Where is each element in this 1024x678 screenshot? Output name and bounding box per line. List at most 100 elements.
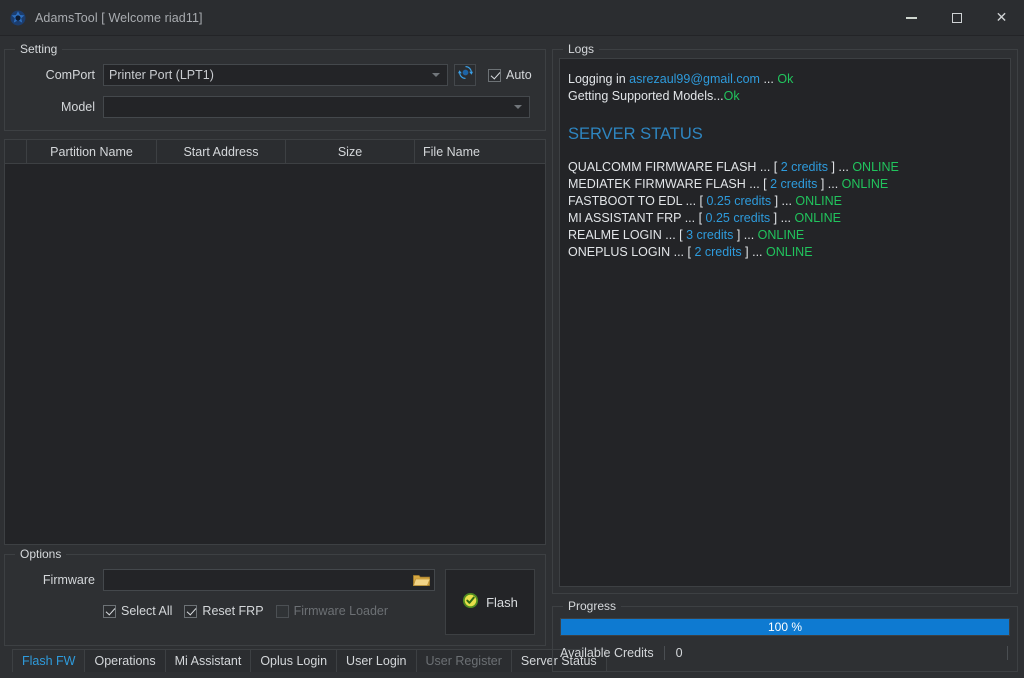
log-line-login: Logging in asrezaul99@gmail.com ... Ok bbox=[568, 71, 1002, 88]
service-sep1: ... [ bbox=[756, 160, 781, 174]
tab-bar: Flash FW Operations Mi Assistant Oplus L… bbox=[4, 646, 607, 672]
close-button[interactable]: ✕ bbox=[979, 0, 1024, 36]
service-sep2: ] ... bbox=[770, 211, 795, 225]
service-sep1: ... [ bbox=[670, 245, 695, 259]
tab-label: Flash FW bbox=[22, 654, 76, 668]
service-status: ONLINE bbox=[757, 228, 805, 242]
service-status: ONLINE bbox=[766, 245, 813, 259]
logs-output[interactable]: Logging in asrezaul99@gmail.com ... Ok G… bbox=[559, 58, 1011, 587]
tab-user-register: User Register bbox=[415, 649, 512, 672]
comport-row: ComPort Printer Port (LPT1) Auto bbox=[15, 64, 535, 86]
service-credits: 2 credits bbox=[694, 245, 742, 259]
shield-check-icon bbox=[462, 592, 479, 612]
service-sep1: ... [ bbox=[661, 228, 687, 242]
divider bbox=[1007, 646, 1008, 660]
available-credits-row: Available Credits 0 bbox=[560, 643, 1010, 663]
application-window: AdamsTool [ Welcome riad11] ✕ Setting Co… bbox=[0, 0, 1024, 678]
chevron-down-icon bbox=[514, 105, 522, 109]
service-name: QUALCOMM FIRMWARE FLASH bbox=[568, 160, 757, 174]
service-sep1: ... [ bbox=[681, 211, 706, 225]
firmware-row: Firmware bbox=[15, 569, 435, 591]
firmware-loader-label: Firmware Loader bbox=[293, 604, 389, 618]
server-status-heading: SERVER STATUS bbox=[568, 125, 703, 143]
log-login-email: asrezaul99@gmail.com bbox=[629, 72, 760, 86]
title-bar: AdamsTool [ Welcome riad11] ✕ bbox=[0, 0, 1024, 36]
tab-label: Mi Assistant bbox=[174, 654, 242, 668]
service-sep2: ] ... bbox=[733, 228, 758, 242]
service-sep1: ... [ bbox=[745, 177, 771, 191]
progress-group-title: Progress bbox=[563, 599, 622, 613]
service-credits: 3 credits bbox=[686, 228, 734, 242]
select-all-checkbox[interactable]: Select All bbox=[103, 604, 172, 618]
service-sep2: ] ... bbox=[828, 160, 853, 174]
service-status-row: REALME LOGIN ... [ 3 credits ] ... ONLIN… bbox=[568, 227, 1002, 244]
service-status-row: FASTBOOT TO EDL ... [ 0.25 credits ] ...… bbox=[568, 193, 1002, 210]
service-credits: 2 credits bbox=[780, 160, 828, 174]
reset-frp-label: Reset FRP bbox=[202, 604, 264, 618]
options-group: Options Firmware Select All Reset FRP Fi… bbox=[4, 547, 546, 646]
column-header-start-address[interactable]: Start Address bbox=[157, 140, 286, 163]
table-corner-cell bbox=[5, 140, 27, 163]
tab-flash-fw[interactable]: Flash FW bbox=[12, 649, 86, 672]
model-select[interactable] bbox=[103, 96, 530, 118]
select-all-label: Select All bbox=[121, 604, 173, 618]
progress-group: Progress 100 % Available Credits 0 bbox=[552, 599, 1018, 672]
setting-group: Setting ComPort Printer Port (LPT1) Auto… bbox=[4, 42, 546, 131]
maximize-button[interactable] bbox=[934, 0, 979, 36]
available-credits-label: Available Credits bbox=[560, 646, 654, 660]
folder-open-icon[interactable] bbox=[413, 572, 430, 587]
flash-button[interactable]: Flash bbox=[445, 569, 535, 635]
chevron-down-icon bbox=[432, 73, 440, 77]
column-header-size[interactable]: Size bbox=[286, 140, 415, 163]
service-sep2: ] ... bbox=[817, 177, 842, 191]
firmware-input[interactable] bbox=[103, 569, 435, 591]
service-status-row: MI ASSISTANT FRP ... [ 0.25 credits ] ..… bbox=[568, 210, 1002, 227]
right-panel: Logs Logging in asrezaul99@gmail.com ...… bbox=[552, 40, 1020, 672]
comport-select[interactable]: Printer Port (LPT1) bbox=[103, 64, 448, 86]
setting-group-title: Setting bbox=[15, 42, 63, 56]
service-status-row: QUALCOMM FIRMWARE FLASH ... [ 2 credits … bbox=[568, 159, 1002, 176]
tab-oplus-login[interactable]: Oplus Login bbox=[250, 649, 338, 672]
log-login-status: Ok bbox=[777, 72, 794, 86]
window-controls: ✕ bbox=[889, 0, 1024, 36]
service-status-row: MEDIATEK FIRMWARE FLASH ... [ 2 credits … bbox=[568, 176, 1002, 193]
checkbox-box bbox=[275, 604, 289, 618]
log-login-dots: ... bbox=[759, 72, 778, 86]
options-group-title: Options bbox=[15, 547, 67, 561]
logs-group: Logs Logging in asrezaul99@gmail.com ...… bbox=[552, 42, 1018, 594]
left-panel: Setting ComPort Printer Port (LPT1) Auto… bbox=[4, 40, 607, 672]
service-credits: 2 credits bbox=[770, 177, 818, 191]
refresh-ports-button[interactable] bbox=[454, 64, 476, 86]
minimize-button[interactable] bbox=[889, 0, 934, 36]
service-status: ONLINE bbox=[794, 211, 842, 225]
tab-user-login[interactable]: User Login bbox=[336, 649, 417, 672]
partition-table[interactable]: Partition Name Start Address Size File N… bbox=[4, 139, 546, 545]
model-row: Model bbox=[15, 96, 535, 118]
service-name: MEDIATEK FIRMWARE FLASH bbox=[568, 177, 746, 191]
service-status: ONLINE bbox=[852, 160, 899, 174]
partition-table-body[interactable] bbox=[5, 164, 545, 544]
logs-group-title: Logs bbox=[563, 42, 600, 56]
tab-operations[interactable]: Operations bbox=[84, 649, 166, 672]
column-header-partition-name[interactable]: Partition Name bbox=[27, 140, 157, 163]
auto-checkbox[interactable]: Auto bbox=[488, 68, 532, 82]
service-name: ONEPLUS LOGIN bbox=[568, 245, 671, 259]
service-sep2: ] ... bbox=[741, 245, 766, 259]
service-status-row: ONEPLUS LOGIN ... [ 2 credits ] ... ONLI… bbox=[568, 244, 1002, 261]
tab-label: Operations bbox=[94, 654, 156, 668]
service-credits: 0.25 credits bbox=[705, 211, 771, 225]
log-models-status: Ok bbox=[723, 89, 740, 103]
reset-frp-checkbox[interactable]: Reset FRP bbox=[184, 604, 264, 618]
service-sep1: ... [ bbox=[682, 194, 707, 208]
comport-value: Printer Port (LPT1) bbox=[109, 68, 214, 82]
column-header-file-name[interactable]: File Name bbox=[415, 140, 545, 163]
available-credits-value: 0 bbox=[675, 646, 683, 660]
tab-mi-assistant[interactable]: Mi Assistant bbox=[164, 649, 252, 672]
service-status: ONLINE bbox=[841, 177, 889, 191]
options-left: Firmware Select All Reset FRP Firmware L… bbox=[15, 569, 435, 635]
service-credits: 0.25 credits bbox=[706, 194, 772, 208]
tab-label: User Login bbox=[346, 654, 407, 668]
flash-button-label: Flash bbox=[486, 594, 518, 610]
partition-table-header: Partition Name Start Address Size File N… bbox=[5, 140, 545, 164]
main-content: Setting ComPort Printer Port (LPT1) Auto… bbox=[0, 36, 1024, 674]
